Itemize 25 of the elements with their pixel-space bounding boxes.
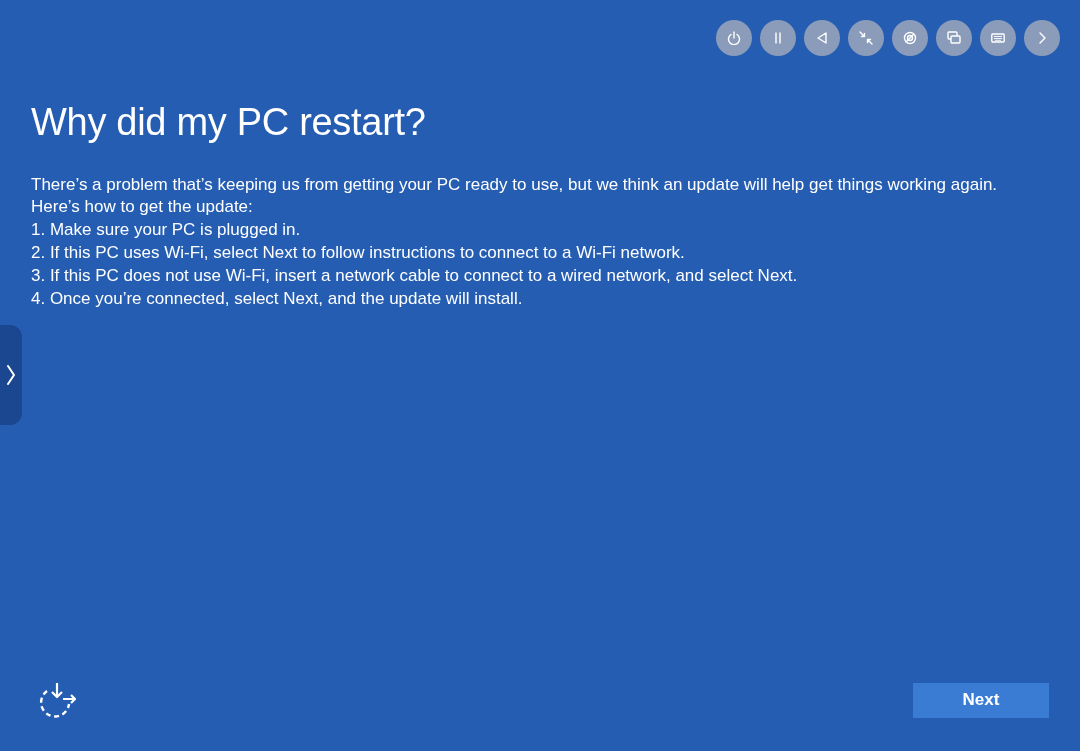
message-line: 2. If this PC uses Wi-Fi, select Next to follow instructions to connect to a Wi-Fi network. (31, 242, 685, 264)
page-title: Why did my PC restart? (31, 100, 427, 145)
message-line: 3. If this PC does not use Wi-Fi, insert a network cable to connect to a wired network, and select Next. (31, 264, 798, 287)
toolbar-button[interactable] (848, 20, 884, 56)
arrows-inward-icon (859, 31, 873, 45)
side-panel-tab[interactable] (0, 325, 22, 425)
message-line: 4. Once you’re connected, select Next, and the update will install. (31, 287, 523, 310)
overlapping-windows-icon (947, 31, 961, 45)
slashed-circle-icon (903, 31, 917, 45)
triangle-left-icon (815, 31, 829, 45)
keyboard-icon (991, 31, 1005, 45)
toolbar-button[interactable] (1024, 20, 1060, 56)
message-line: Here’s how to get the update: (31, 196, 253, 219)
message-line: There’s a problem that’s keeping us from getting your PC ready to use, but we think an update will help get things working again. (31, 173, 998, 196)
toolbar-button[interactable] (804, 20, 840, 56)
dashed-circle-arrow-icon[interactable] (39, 682, 77, 718)
next-button[interactable]: Next (913, 682, 1049, 718)
toolbar-button[interactable] (760, 20, 796, 56)
toolbar-button[interactable] (716, 20, 752, 56)
toolbar-button[interactable] (980, 20, 1016, 56)
toolbar-button[interactable] (892, 20, 928, 56)
message-line: 1. Make sure your PC is plugged in. (31, 219, 301, 242)
power-icon (727, 31, 741, 45)
chevron-right-icon (7, 365, 15, 385)
toolbar-button[interactable] (936, 20, 972, 56)
